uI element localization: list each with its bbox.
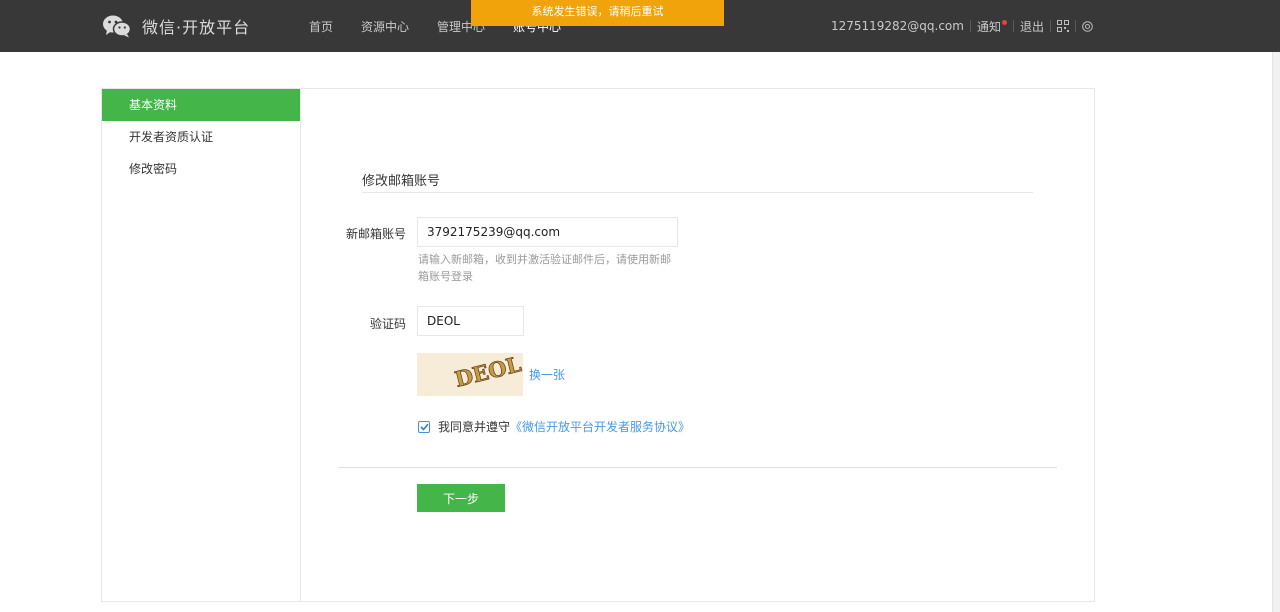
notify-link[interactable]: 通知: [977, 18, 1007, 35]
checkmark-icon: [419, 423, 429, 431]
divider: [1012, 20, 1014, 32]
nav-home[interactable]: 首页: [309, 18, 333, 35]
nav-resources[interactable]: 资源中心: [361, 18, 409, 35]
sidebar-item-change-password[interactable]: 修改密码: [102, 153, 300, 185]
divider: [1075, 20, 1076, 32]
divider: [362, 192, 1033, 193]
user-email: 1275119282@qq.com: [830, 19, 964, 33]
captcha-image[interactable]: DEOL: [417, 351, 524, 396]
new-email-input[interactable]: [417, 217, 678, 247]
user-bar: 1275119282@qq.com 通知 退出: [831, 0, 1093, 52]
wechat-logo-icon: [103, 15, 132, 38]
change-email-form: 修改邮箱账号 新邮箱账号 请输入新邮箱，收到并激活验证邮件后，请使用新邮箱账号登…: [302, 89, 1094, 601]
agree-text: 我同意并遵守: [438, 420, 511, 434]
divider: [1050, 20, 1051, 32]
refresh-captcha-link[interactable]: 换一张: [529, 366, 565, 383]
page-scrollbar[interactable]: [1272, 52, 1280, 612]
agreement-row: 我同意并遵守 《微信开放平台开发者服务协议》: [418, 418, 690, 435]
agree-checkbox[interactable]: [418, 420, 430, 433]
sidebar: 基本资料 开发者资质认证 修改密码: [102, 89, 301, 601]
captcha-char: DEOL: [452, 353, 523, 392]
divider: [338, 467, 1057, 468]
email-label: 新邮箱账号: [345, 227, 406, 241]
sidebar-item-developer-verification[interactable]: 开发者资质认证: [102, 121, 300, 153]
notification-dot: [1001, 19, 1007, 25]
sidebar-item-basic-info[interactable]: 基本资料: [102, 89, 300, 121]
error-toast: 系统发生错误，请稍后重试: [471, 0, 724, 26]
next-step-button[interactable]: 下一步: [417, 484, 505, 512]
account-panel: 基本资料 开发者资质认证 修改密码 修改邮箱账号 新邮箱账号 请输入新邮箱，收到…: [101, 88, 1095, 602]
notify-label: 通知: [976, 19, 1001, 34]
logo-text: 微信·开放平台: [142, 18, 251, 37]
wechat-open-platform-logo[interactable]: 微信·开放平台: [102, 13, 250, 39]
captcha-label: 验证码: [369, 317, 406, 331]
divider: [969, 20, 971, 32]
section-title: 修改邮箱账号: [362, 174, 441, 189]
logout-link[interactable]: 退出: [1020, 18, 1044, 35]
qrcode-icon[interactable]: [1057, 20, 1069, 32]
agreement-link[interactable]: 《微信开放平台开发者服务协议》: [510, 418, 690, 435]
email-tip: 请输入新邮箱，收到并激活验证邮件后，请使用新邮箱账号登录: [418, 253, 671, 283]
captcha-input[interactable]: [417, 306, 524, 336]
globe-icon[interactable]: [1082, 20, 1093, 32]
